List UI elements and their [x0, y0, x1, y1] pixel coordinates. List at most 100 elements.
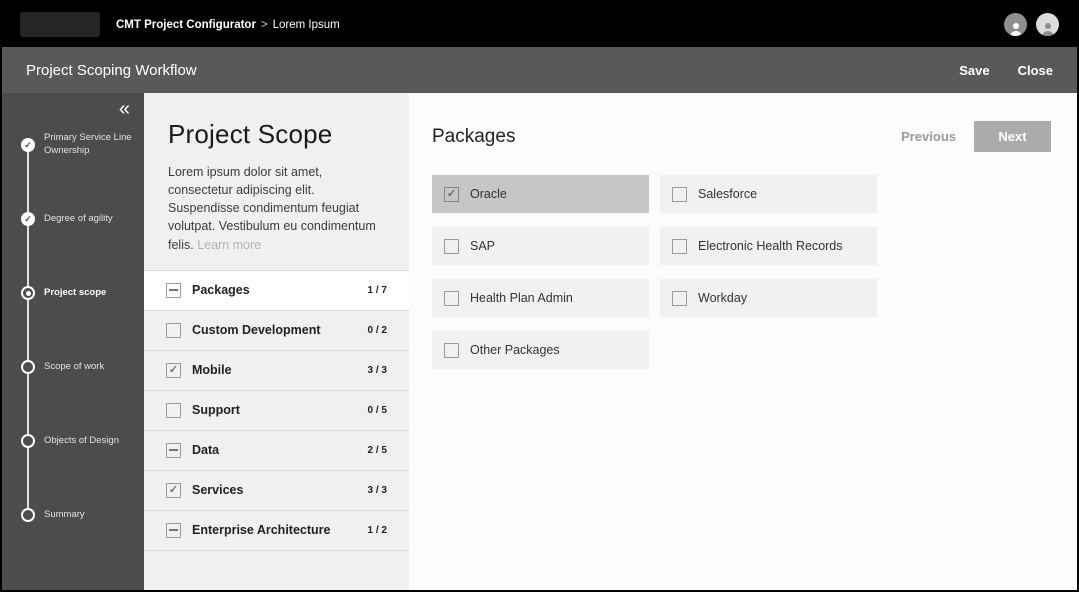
current-step-dot [25, 290, 31, 296]
check-icon: ✓ [168, 483, 179, 496]
category-label: Custom Development [192, 323, 321, 338]
category-checkbox[interactable] [166, 402, 181, 418]
option-card-salesforce[interactable]: Salesforce [660, 175, 877, 213]
option-card-workday[interactable]: Workday [660, 279, 877, 317]
breadcrumb-separator-icon: > [260, 18, 268, 31]
stepper-steps: ✓ Primary Service Line Ownership ✓ Degree o… [2, 93, 144, 552]
category-count: 1 / 7 [367, 284, 387, 296]
breadcrumb: CMT Project Configurator > Lorem Ipsum [116, 19, 340, 31]
category-label: Mobile [192, 363, 232, 378]
category-checkbox[interactable]: ✓ [166, 362, 181, 378]
option-label: SAP [470, 239, 496, 253]
project-scope-panel: Project Scope Lorem ipsum dolor sit amet… [144, 93, 409, 590]
option-checkbox[interactable] [444, 238, 459, 254]
step-complete-icon: ✓ [21, 212, 35, 226]
indeterminate-icon [169, 289, 178, 292]
step-current-icon [21, 286, 35, 300]
category-row-packages[interactable]: Packages 1 / 7 [144, 270, 409, 311]
option-card-other-packages[interactable]: Other Packages [432, 331, 649, 369]
category-row-custom-development[interactable]: Custom Development 0 / 2 [144, 311, 409, 351]
category-row-mobile[interactable]: ✓ Mobile 3 / 3 [144, 351, 409, 391]
stepper-step-objects-of-design[interactable]: Objects of Design [2, 404, 144, 478]
breadcrumb-page: Lorem Ipsum [272, 18, 340, 31]
category-row-enterprise-architecture[interactable]: Enterprise Architecture 1 / 2 [144, 511, 409, 551]
workflow-title: Project Scoping Workflow [26, 61, 197, 79]
category-label: Data [192, 443, 220, 458]
stepper-step-primary-service-line-ownership[interactable]: ✓ Primary Service Line Ownership [2, 108, 144, 182]
close-button[interactable]: Close [1018, 63, 1053, 78]
options-grid: ✓ Oracle Salesforce SAP Electronic Health Re… [432, 175, 1051, 369]
category-checkbox[interactable]: ✓ [166, 482, 181, 498]
category-row-services[interactable]: ✓ Services 3 / 3 [144, 471, 409, 511]
category-label: Packages [192, 283, 250, 298]
user-avatar-secondary[interactable] [1004, 13, 1027, 36]
category-row-data[interactable]: Data 2 / 5 [144, 431, 409, 471]
breadcrumb-app[interactable]: CMT Project Configurator [116, 19, 256, 31]
pagination-buttons: Previous Next [901, 121, 1051, 152]
learn-more-link[interactable]: Learn more [197, 238, 261, 252]
indeterminate-icon [169, 529, 178, 532]
panel-title: Project Scope [168, 119, 333, 149]
avatar-group [1004, 13, 1059, 36]
option-card-oracle[interactable]: ✓ Oracle [432, 175, 649, 213]
category-checkbox[interactable] [166, 282, 181, 298]
stepper-step-degree-of-agility[interactable]: ✓ Degree of agility [2, 182, 144, 256]
category-count: 3 / 3 [367, 364, 387, 376]
stepper-step-summary[interactable]: Summary [2, 478, 144, 552]
user-avatar[interactable] [1036, 13, 1059, 36]
category-count: 1 / 2 [367, 524, 387, 536]
option-card-sap[interactable]: SAP [432, 227, 649, 265]
option-label: Salesforce [698, 187, 758, 201]
section-title: Packages [432, 125, 516, 147]
category-label: Enterprise Architecture [192, 523, 331, 538]
step-label: Summary [44, 508, 85, 520]
option-card-health-plan-admin[interactable]: Health Plan Admin [432, 279, 649, 317]
step-label: Project scope [44, 286, 107, 298]
step-label: Scope of work [44, 360, 105, 372]
next-button[interactable]: Next [974, 121, 1051, 152]
step-complete-icon: ✓ [21, 138, 35, 152]
check-icon: ✓ [24, 213, 32, 224]
step-upcoming-icon [21, 508, 35, 522]
previous-button[interactable]: Previous [901, 129, 956, 144]
option-checkbox[interactable] [672, 238, 687, 254]
check-icon: ✓ [446, 187, 457, 200]
project-configurator-window: CMT Project Configurator > Lorem Ipsum P… [0, 0, 1079, 592]
step-label: Objects of Design [44, 434, 119, 446]
panel-description: Lorem ipsum dolor sit amet, consectetur … [168, 163, 385, 254]
category-count: 3 / 3 [367, 484, 387, 496]
category-count: 0 / 2 [367, 324, 387, 336]
step-label: Degree of agility [44, 212, 113, 224]
save-button[interactable]: Save [959, 63, 989, 78]
category-checkbox[interactable] [166, 322, 181, 338]
category-row-support[interactable]: Support 0 / 5 [144, 391, 409, 431]
category-count: 2 / 5 [367, 444, 387, 456]
user-icon [1041, 23, 1054, 36]
stepper-step-project-scope[interactable]: Project scope [2, 256, 144, 330]
category-checkbox[interactable] [166, 522, 181, 538]
category-list: Packages 1 / 7 Custom Development 0 / 2 ✓ Mob… [144, 269, 409, 551]
option-card-electronic-health-records[interactable]: Electronic Health Records [660, 227, 877, 265]
option-checkbox[interactable] [672, 290, 687, 306]
indeterminate-icon [169, 449, 178, 452]
option-checkbox[interactable]: ✓ [444, 186, 459, 202]
content-header: Packages Previous Next [432, 121, 1051, 152]
option-label: Other Packages [470, 343, 560, 357]
workflow-body: « ✓ Primary Service Line Ownership ✓ Degree… [2, 93, 1077, 590]
option-checkbox[interactable] [672, 186, 687, 202]
step-upcoming-icon [21, 434, 35, 448]
workflow-header-bar: Project Scoping Workflow Save Close [2, 47, 1077, 93]
option-checkbox[interactable] [444, 290, 459, 306]
stepper-step-scope-of-work[interactable]: Scope of work [2, 330, 144, 404]
top-app-bar: CMT Project Configurator > Lorem Ipsum [2, 2, 1077, 47]
check-icon: ✓ [168, 363, 179, 376]
check-icon: ✓ [24, 139, 32, 150]
option-label: Health Plan Admin [470, 291, 573, 305]
option-label: Oracle [470, 187, 507, 201]
user-icon [1009, 23, 1022, 36]
option-label: Workday [698, 291, 748, 305]
category-label: Support [192, 403, 240, 418]
option-checkbox[interactable] [444, 342, 459, 358]
category-checkbox[interactable] [166, 442, 181, 458]
workflow-actions: Save Close [959, 63, 1053, 78]
